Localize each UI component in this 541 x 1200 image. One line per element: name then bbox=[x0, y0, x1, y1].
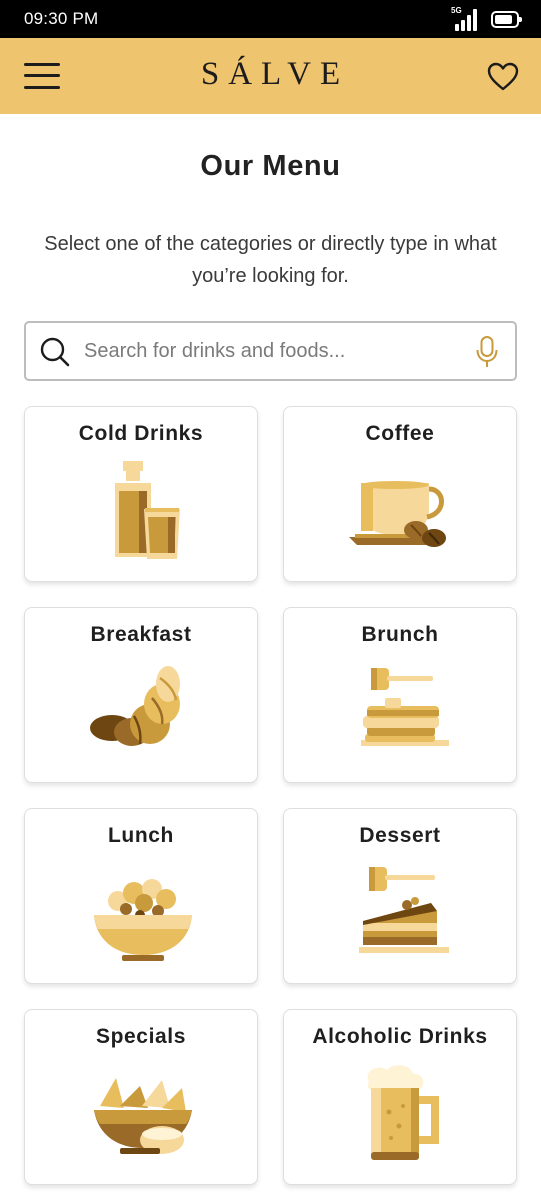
search-input[interactable] bbox=[84, 331, 464, 371]
category-label: Dessert bbox=[359, 824, 441, 847]
category-card-cold-drinks[interactable]: Cold Drinks bbox=[24, 406, 258, 582]
category-card-specials[interactable]: Specials bbox=[24, 1009, 258, 1185]
cake-slice-icon bbox=[359, 867, 449, 953]
salad-bowl-icon bbox=[94, 879, 192, 961]
category-card-coffee[interactable]: Coffee bbox=[283, 406, 517, 582]
status-bar: 09:30 PM 5G bbox=[0, 0, 541, 38]
page-title: Our Menu bbox=[200, 150, 341, 182]
signal-icon: 5G bbox=[451, 6, 481, 31]
category-card-alcoholic-drinks[interactable]: Alcoholic Drinks bbox=[283, 1009, 517, 1185]
favorites-heart-icon[interactable] bbox=[487, 61, 519, 93]
croissant-icon bbox=[90, 666, 180, 746]
status-icons: 5G bbox=[451, 6, 522, 31]
cold-drinks-icon bbox=[115, 461, 180, 559]
battery-icon bbox=[491, 11, 522, 28]
category-label: Alcoholic Drinks bbox=[312, 1025, 488, 1048]
pancakes-icon bbox=[361, 668, 449, 746]
nachos-bowl-icon bbox=[94, 1078, 192, 1154]
status-time: 09:30 PM bbox=[24, 9, 99, 28]
app-logo: SÁLVE bbox=[200, 56, 350, 92]
microphone-icon[interactable] bbox=[475, 335, 499, 369]
category-label: Lunch bbox=[108, 824, 174, 847]
coffee-icon bbox=[349, 481, 446, 547]
category-label: Specials bbox=[95, 1025, 187, 1048]
category-card-lunch[interactable]: Lunch bbox=[24, 808, 258, 984]
category-card-dessert[interactable]: Dessert bbox=[283, 808, 517, 984]
category-card-brunch[interactable]: Brunch bbox=[283, 607, 517, 783]
search-icon bbox=[40, 337, 70, 367]
category-card-breakfast[interactable]: Breakfast bbox=[24, 607, 258, 783]
category-label: Brunch bbox=[361, 623, 439, 646]
app-bar: SÁLVE bbox=[0, 38, 541, 114]
category-label: Coffee bbox=[365, 422, 435, 445]
page-subtitle: Select one of the categories or directly… bbox=[44, 233, 497, 287]
network-type: 5G bbox=[451, 6, 462, 15]
beer-mug-icon bbox=[367, 1065, 439, 1160]
search-bar bbox=[24, 321, 517, 381]
category-label: Breakfast bbox=[90, 623, 192, 646]
category-label: Cold Drinks bbox=[78, 422, 204, 445]
